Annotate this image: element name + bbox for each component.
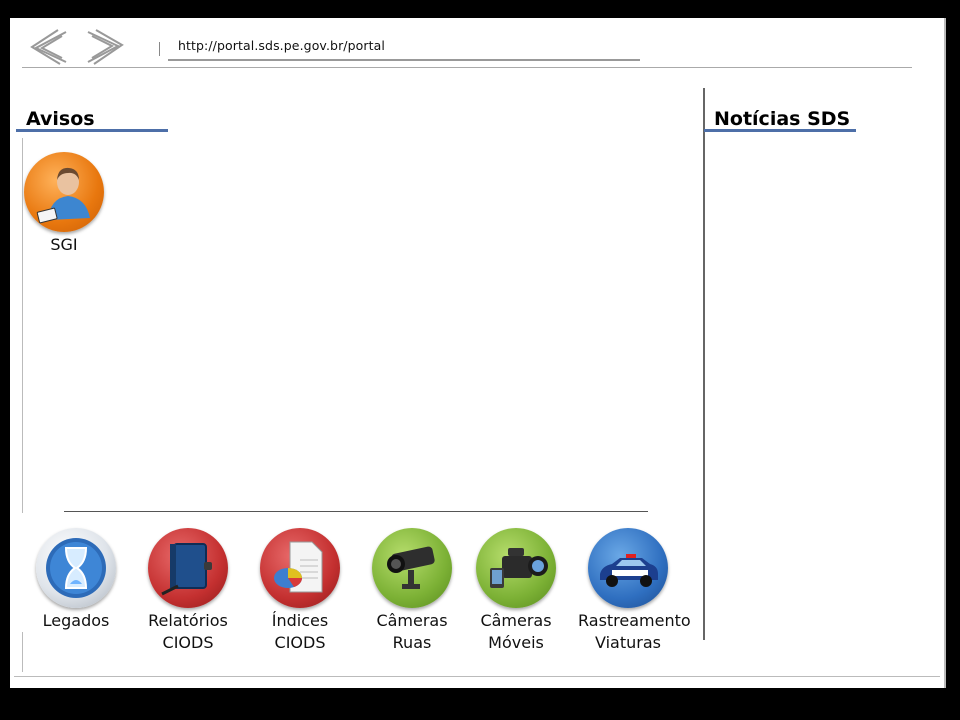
pie-chart-document-icon — [260, 528, 340, 608]
chevron-right-icon — [87, 29, 124, 65]
app-rastreamento-viaturas-label: Rastreamento Viaturas — [578, 611, 691, 652]
security-camera-icon — [372, 528, 452, 608]
app-relatorios-ciods-label: Relatórios CIODS — [148, 611, 228, 652]
app-indices-ciods[interactable]: Índices CIODS — [250, 528, 350, 654]
address-bar[interactable]: http://portal.sds.pe.gov.br/portal — [178, 38, 385, 53]
police-car-icon — [588, 528, 668, 608]
video-camera-icon — [476, 528, 556, 608]
app-rastreamento-viaturas[interactable]: Rastreamento Viaturas — [578, 528, 691, 654]
avisos-title: Avisos — [26, 108, 95, 130]
user-badge-icon — [24, 152, 104, 232]
toolbar-divider — [22, 67, 912, 68]
avisos-left-border — [22, 138, 23, 513]
back-button[interactable] — [28, 28, 72, 66]
app-cameras-moveis[interactable]: Câmeras Móveis — [466, 528, 566, 654]
forward-button[interactable] — [82, 28, 126, 66]
section-divider — [703, 88, 705, 640]
app-cameras-ruas-label: Câmeras Ruas — [376, 611, 448, 652]
noticias-underline — [704, 129, 856, 132]
app-indices-ciods-label: Índices CIODS — [271, 611, 329, 652]
address-bar-left-edge — [159, 42, 160, 56]
bottom-left-tick — [22, 632, 23, 672]
browser-window: http://portal.sds.pe.gov.br/portal Aviso… — [10, 18, 946, 688]
app-legados-label: Legados — [42, 611, 110, 630]
bottom-apps-divider — [64, 511, 648, 512]
app-sgi-label: SGI — [50, 235, 78, 254]
app-legados[interactable]: Legados — [26, 528, 126, 632]
hourglass-icon — [36, 528, 116, 608]
avisos-underline — [16, 129, 168, 132]
app-cameras-ruas[interactable]: Câmeras Ruas — [362, 528, 462, 654]
notebook-icon — [148, 528, 228, 608]
chevron-left-icon — [30, 29, 67, 65]
bottom-border — [14, 676, 940, 677]
noticias-title: Notícias SDS — [714, 108, 851, 130]
app-cameras-moveis-label: Câmeras Móveis — [480, 611, 552, 652]
address-bar-underline — [168, 59, 640, 61]
app-sgi[interactable]: SGI — [14, 152, 114, 256]
app-relatorios-ciods[interactable]: Relatórios CIODS — [138, 528, 238, 654]
